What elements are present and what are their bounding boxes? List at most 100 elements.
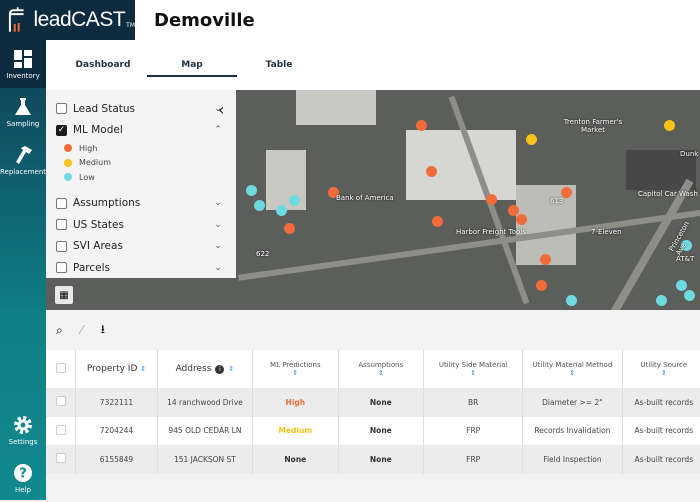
cell-utility-side-material: FRP xyxy=(423,416,524,445)
sort-icon[interactable]: ⇕ xyxy=(470,369,476,377)
layer-ml-model[interactable]: ✓ ML Model ⌃ xyxy=(56,120,226,142)
tab-map[interactable]: Map xyxy=(147,60,237,77)
nav-inventory[interactable]: Inventory xyxy=(0,40,46,88)
checkbox[interactable]: ✓ xyxy=(56,124,67,136)
header-utility-material-method[interactable]: Utility Material Method ⇕ xyxy=(522,350,623,388)
header-address[interactable]: Address i ⇕ xyxy=(157,350,254,388)
map-label: 7-Eleven xyxy=(591,228,622,236)
sort-icon[interactable]: ⇕ xyxy=(292,369,298,377)
header-label: ML Predictions xyxy=(270,361,321,369)
header-label: Utility Material Method xyxy=(532,361,613,369)
sort-icon[interactable]: ⇕ xyxy=(378,369,384,377)
header-utility-side-material[interactable]: Utility Side Material ⇕ xyxy=(423,350,524,388)
row-checkbox[interactable] xyxy=(55,424,66,435)
flask-icon xyxy=(15,97,31,115)
page-title: Demoville xyxy=(154,9,255,31)
legend-label: Medium xyxy=(79,158,111,168)
table-row[interactable]: 7322111 14 ranchwood Drive High None BR Diame… xyxy=(46,388,700,417)
layer-lead-status[interactable]: Lead Status ⌄ xyxy=(56,98,226,120)
layer-us-states[interactable]: US States ⌄ xyxy=(56,214,226,236)
logo-text: leadCAST xyxy=(33,8,126,31)
faucet-icon xyxy=(8,7,24,32)
table-row[interactable]: 7204244 945 OLD CEDAR LN Medium None FRP Reco… xyxy=(46,416,700,445)
select-all-checkbox[interactable] xyxy=(55,363,66,373)
magic-wand-icon[interactable]: ⁄ xyxy=(81,323,83,337)
cell-assumptions: None xyxy=(338,445,425,474)
header-ml-predictions[interactable]: ML Predictions ⇕ xyxy=(252,350,339,388)
legend-label: High xyxy=(79,143,98,153)
layer-label: Assumptions xyxy=(73,197,141,210)
layer-parcels[interactable]: Parcels ⌄ xyxy=(56,257,226,279)
chevron-down-icon[interactable]: ⌄ xyxy=(210,198,226,208)
map-label: 622 xyxy=(256,250,270,258)
row-select xyxy=(46,388,77,417)
checkbox[interactable] xyxy=(56,103,67,115)
nav-sampling[interactable]: Sampling xyxy=(0,88,46,136)
checkbox[interactable] xyxy=(56,262,67,274)
chevron-down-icon[interactable]: ⌄ xyxy=(210,263,226,273)
table-row[interactable]: 6155849 151 JACKSON ST None None FRP Field In… xyxy=(46,445,700,474)
cell-utility-material-method: Diameter >= 2" xyxy=(522,388,623,417)
low-dot-icon xyxy=(64,173,72,182)
layer-label: Lead Status xyxy=(73,102,136,115)
checkbox[interactable] xyxy=(56,197,67,209)
nav-label: Replacement xyxy=(0,167,46,176)
row-select xyxy=(46,416,77,445)
logo-tm: TM xyxy=(126,21,135,29)
gear-icon xyxy=(14,415,32,434)
cell-utility-side-material: FRP xyxy=(423,445,524,474)
tab-bar: Dashboard Map Table xyxy=(46,40,700,90)
sort-icon[interactable]: ⇕ xyxy=(661,369,667,377)
header-label: Address xyxy=(175,364,212,374)
map-label: Princeton Ave xyxy=(667,220,691,257)
cell-utility-material-method: Field Inspection xyxy=(522,445,623,474)
logo[interactable]: leadCAST TM xyxy=(0,0,135,40)
map-label: 613 xyxy=(550,197,564,205)
map-label: AT&T xyxy=(676,255,695,263)
nav-settings[interactable]: Settings xyxy=(0,406,46,454)
chevron-down-icon[interactable]: ⌄ xyxy=(210,241,226,251)
wrench-icon xyxy=(16,145,32,164)
collapse-panel-icon[interactable]: ‹ xyxy=(218,100,224,119)
sort-icon[interactable]: ⇕ xyxy=(569,369,575,377)
row-checkbox[interactable] xyxy=(55,453,66,464)
header-utility-source[interactable]: Utility Source ⇕ xyxy=(622,350,700,388)
layer-assumptions[interactable]: Assumptions ⌄ xyxy=(56,193,226,215)
map-label: Bank of America xyxy=(336,194,394,202)
chevron-down-icon[interactable]: ⌄ xyxy=(210,220,226,230)
map-type-icon[interactable]: ▦ xyxy=(55,286,73,304)
table-toolbar: ⌕ ⁄ ⭳ xyxy=(46,310,700,350)
data-table: Property ID ⇕ Address i ⇕ ML Predictions ⇕ … xyxy=(46,350,700,474)
header-assumptions[interactable]: Assumptions ⇕ xyxy=(338,350,425,388)
cell-utility-material-method: Records Invalidation xyxy=(522,416,623,445)
header-label: Assumptions xyxy=(358,361,404,369)
info-icon[interactable]: i xyxy=(215,365,225,374)
sort-icon[interactable]: ⇕ xyxy=(228,365,234,373)
download-icon[interactable]: ⭳ xyxy=(101,320,105,341)
search-filter-icon[interactable]: ⌕ xyxy=(56,323,63,338)
dashboard-icon xyxy=(14,49,32,68)
chevron-up-icon[interactable]: ⌃ xyxy=(210,125,226,135)
checkbox[interactable] xyxy=(56,240,67,252)
cell-utility-source: As-built records xyxy=(622,445,700,474)
layer-label: ML Model xyxy=(73,124,123,137)
cell-assumptions: None xyxy=(338,388,425,417)
tab-dashboard[interactable]: Dashboard xyxy=(58,60,148,70)
map-label: Capitol Car Wash xyxy=(638,190,698,198)
map-label: Harbor Freight Tools xyxy=(456,228,526,236)
cell-utility-side-material: BR xyxy=(423,388,524,417)
layer-svi-areas[interactable]: SVI Areas ⌄ xyxy=(56,236,226,258)
checkbox[interactable] xyxy=(56,219,67,231)
help-icon: ? xyxy=(14,463,32,482)
nav-help[interactable]: ? Help xyxy=(0,454,46,502)
tab-table[interactable]: Table xyxy=(234,60,324,70)
header: Demoville xyxy=(135,0,700,40)
layer-label: US States xyxy=(73,218,124,231)
cell-utility-source: As-built records xyxy=(622,388,700,417)
cell-ml-prediction: High xyxy=(252,388,339,417)
sort-icon[interactable]: ⇕ xyxy=(140,365,146,373)
row-checkbox[interactable] xyxy=(55,396,66,407)
cell-address: 151 JACKSON ST xyxy=(157,445,254,474)
nav-replacement[interactable]: Replacement xyxy=(0,136,46,184)
header-property-id[interactable]: Property ID ⇕ xyxy=(75,350,158,388)
